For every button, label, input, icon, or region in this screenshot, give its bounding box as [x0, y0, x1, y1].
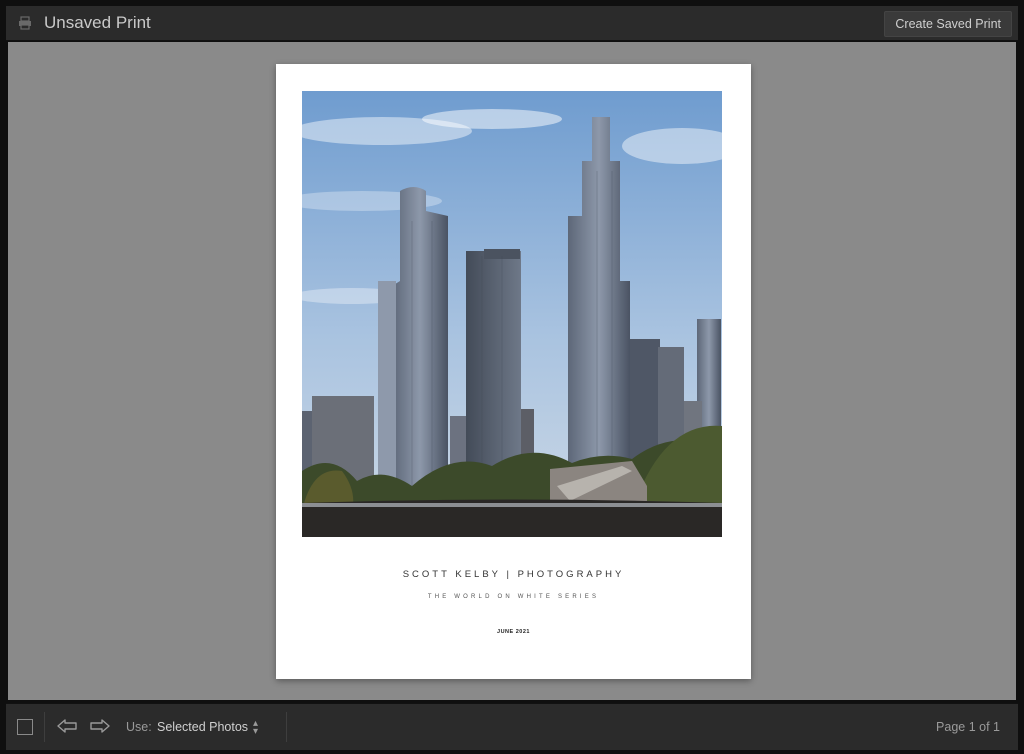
caption-subtitle: THE WORLD ON WHITE SERIES: [427, 594, 600, 600]
bottom-toolbar: Use: Selected Photos ▴ ▾ Page 1 of 1: [6, 703, 1018, 750]
title-bar: Unsaved Print Create Saved Print: [6, 6, 1018, 41]
skyline-photo[interactable]: [302, 91, 722, 537]
toolbar-divider: [44, 712, 45, 742]
use-label: Use:: [126, 720, 152, 734]
caption-date: JUNE 2021: [497, 629, 530, 635]
page-indicator: Page 1 of 1: [936, 720, 1000, 734]
use-selector[interactable]: Selected Photos: [157, 720, 248, 734]
caption-title: SCOTT KELBY | PHOTOGRAPHY: [402, 569, 625, 580]
view-toggle-icon[interactable]: [17, 719, 33, 735]
toolbar-divider: [286, 712, 287, 742]
app-window: Unsaved Print Create Saved Print SCOTT K…: [0, 0, 1024, 754]
print-page: SCOTT KELBY | PHOTOGRAPHY THE WORLD ON W…: [276, 64, 751, 679]
arrow-right-icon[interactable]: [89, 718, 111, 734]
print-icon: [19, 16, 31, 30]
create-saved-print-button[interactable]: Create Saved Print: [884, 11, 1012, 37]
up-down-stepper-icon[interactable]: ▴ ▾: [253, 719, 258, 737]
skyline-image: [302, 91, 722, 537]
print-preview-canvas: SCOTT KELBY | PHOTOGRAPHY THE WORLD ON W…: [8, 42, 1016, 700]
window-title: Unsaved Print: [44, 13, 151, 32]
arrow-left-icon[interactable]: [56, 718, 78, 734]
